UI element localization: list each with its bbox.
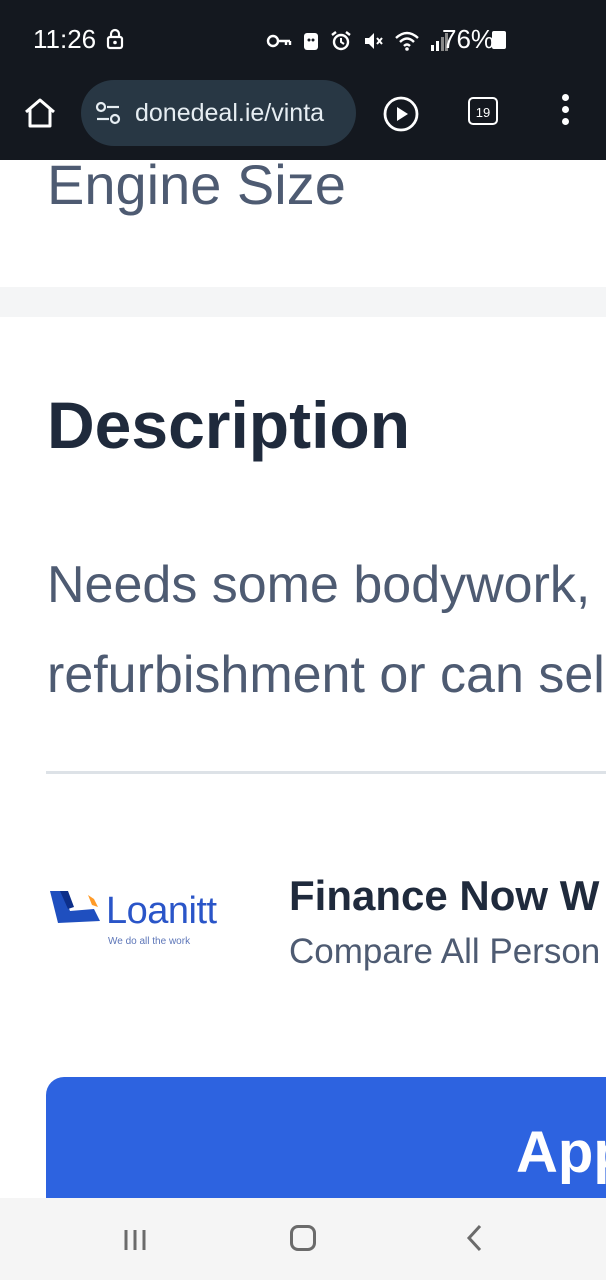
more-menu-icon[interactable] [554,94,576,134]
battery-icon [492,31,506,49]
description-text: Needs some bodywork, i refurbishment or … [47,540,606,720]
wifi-icon [395,31,419,51]
description-line: refurbishment or can sel [47,646,605,704]
browser-toolbar: donedeal.ie/vinta 19 [0,80,606,160]
divider [46,771,606,774]
recent-apps-icon[interactable] [122,1226,150,1254]
site-settings-icon[interactable] [95,100,121,126]
finance-title[interactable]: Finance Now W [289,872,599,920]
alarm-icon [331,31,351,51]
description-line: Needs some bodywork, i [47,556,606,614]
android-icon [304,33,318,50]
url-text[interactable]: donedeal.ie/vinta [135,99,345,128]
loanitt-logo-text: Loanitt [106,890,217,932]
battery-percentage: 76% [442,24,495,54]
nav-home-icon[interactable] [290,1225,316,1251]
play-icon[interactable] [382,95,420,133]
url-bar[interactable]: donedeal.ie/vinta [81,80,356,146]
status-time: 11:26 [33,24,97,54]
apply-button-label: App [516,1120,606,1185]
description-heading: Description [47,388,411,462]
section-separator [0,287,606,317]
engine-size-label: Engine Size [47,153,346,216]
finance-subtitle: Compare All Person [289,932,601,971]
status-icons [266,26,448,56]
status-bar: 11:26 76% [0,0,606,80]
tab-switcher-button[interactable]: 19 [468,97,498,125]
vpn-key-icon [266,34,292,48]
system-nav-bar [0,1198,606,1280]
lock-icon [106,28,124,50]
loanitt-logo-tagline: We do all the work [108,936,191,947]
home-icon[interactable] [22,95,58,131]
back-icon[interactable] [462,1222,488,1254]
mute-icon [365,33,383,49]
